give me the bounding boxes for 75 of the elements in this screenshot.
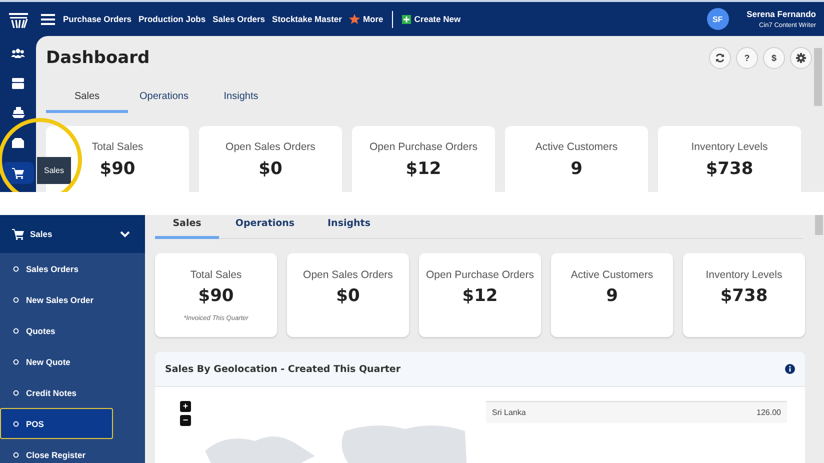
scrollbar-thumb[interactable]: [814, 48, 822, 106]
tab[interactable]: Sales: [46, 87, 128, 113]
cart-icon: [12, 168, 24, 178]
stat-label: Open Purchase Orders: [370, 141, 478, 153]
panel-title: Sales By Geolocation - Created This Quarter: [165, 364, 401, 374]
menu-item[interactable]: Sales Orders: [0, 253, 144, 284]
box-icon: [12, 78, 24, 88]
ship-icon: [12, 107, 24, 119]
bullet-icon: [13, 266, 19, 272]
stat-value: $90: [100, 159, 136, 179]
stat-value: $12: [462, 286, 498, 306]
menu-item[interactable]: Quotes: [0, 315, 144, 346]
stat-value: $90: [198, 286, 234, 306]
stat-label: Total Sales: [190, 269, 242, 281]
bullet-icon: [13, 328, 19, 334]
zoom-out-button[interactable]: −: [180, 415, 191, 426]
info-icon[interactable]: [785, 364, 795, 374]
zoom-in-button[interactable]: +: [180, 401, 191, 412]
country-name: Sri Lanka: [492, 408, 526, 417]
menu-header[interactable]: Sales: [0, 215, 145, 253]
stat-value: 9: [606, 286, 618, 306]
tab[interactable]: Operations: [128, 87, 200, 113]
stat-label: Open Purchase Orders: [426, 269, 534, 281]
stat-label: Inventory Levels: [691, 141, 768, 153]
star-icon: [348, 14, 360, 24]
refresh-button[interactable]: [709, 47, 731, 69]
stat-value: $738: [720, 286, 768, 306]
stat-value: $0: [336, 286, 360, 306]
cart-icon: [12, 228, 24, 240]
menu-icon[interactable]: [41, 14, 55, 24]
menu-item[interactable]: POS: [0, 408, 113, 439]
menu-item[interactable]: New Sales Order: [0, 284, 144, 315]
menu-item[interactable]: New Quote: [0, 346, 144, 377]
create-new-button[interactable]: Create New: [402, 14, 461, 24]
scrollbar-thumb[interactable]: [815, 215, 823, 235]
tab[interactable]: Sales: [155, 215, 219, 239]
user-name: Serena Fernando: [746, 9, 816, 19]
stat-label: Active Customers: [570, 269, 654, 281]
tooltip: Sales: [37, 157, 71, 184]
stat-value: $0: [258, 159, 282, 179]
bullet-icon: [13, 452, 19, 458]
bullet-icon: [13, 420, 19, 426]
refresh-icon: [715, 53, 725, 63]
stat-value: 9: [570, 159, 582, 179]
settings-button[interactable]: [790, 47, 812, 69]
nav-link[interactable]: Sales Orders: [212, 14, 266, 24]
settings-icon: [796, 53, 806, 63]
stat-value: $12: [406, 159, 442, 179]
toolbar-button[interactable]: $: [763, 47, 785, 69]
stat-label: Open Sales Orders: [226, 141, 316, 153]
toolbar-button[interactable]: ?: [736, 47, 758, 69]
nav-link[interactable]: Purchase Orders: [63, 14, 132, 24]
sidebar-icon-button[interactable]: [2, 162, 34, 184]
stat-label: Total Sales: [92, 141, 144, 153]
stat-label: Open Sales Orders: [303, 269, 393, 281]
more-menu[interactable]: More: [348, 14, 384, 24]
menu-item[interactable]: Credit Notes: [0, 377, 144, 408]
bullet-icon: [13, 390, 19, 396]
tab[interactable]: Insights: [311, 215, 387, 239]
menu-item[interactable]: Close Register: [0, 439, 144, 463]
people-icon: [11, 48, 25, 58]
nav-link[interactable]: Stocktake Master: [272, 14, 342, 24]
logo-icon[interactable]: [9, 10, 28, 28]
plus-icon: [402, 14, 412, 24]
country-value: 126.00: [756, 408, 781, 417]
tray-icon: [12, 138, 24, 148]
bullet-icon: [13, 358, 19, 364]
stat-label: Inventory Levels: [706, 269, 782, 281]
tab[interactable]: Operations: [219, 215, 311, 239]
stat-value: $738: [706, 159, 754, 179]
tab[interactable]: Insights: [200, 87, 282, 113]
nav-link[interactable]: Production Jobs: [138, 14, 206, 24]
stat-label: Active Customers: [535, 141, 618, 153]
page-title: Dashboard: [46, 48, 150, 68]
bullet-icon: [13, 296, 19, 302]
